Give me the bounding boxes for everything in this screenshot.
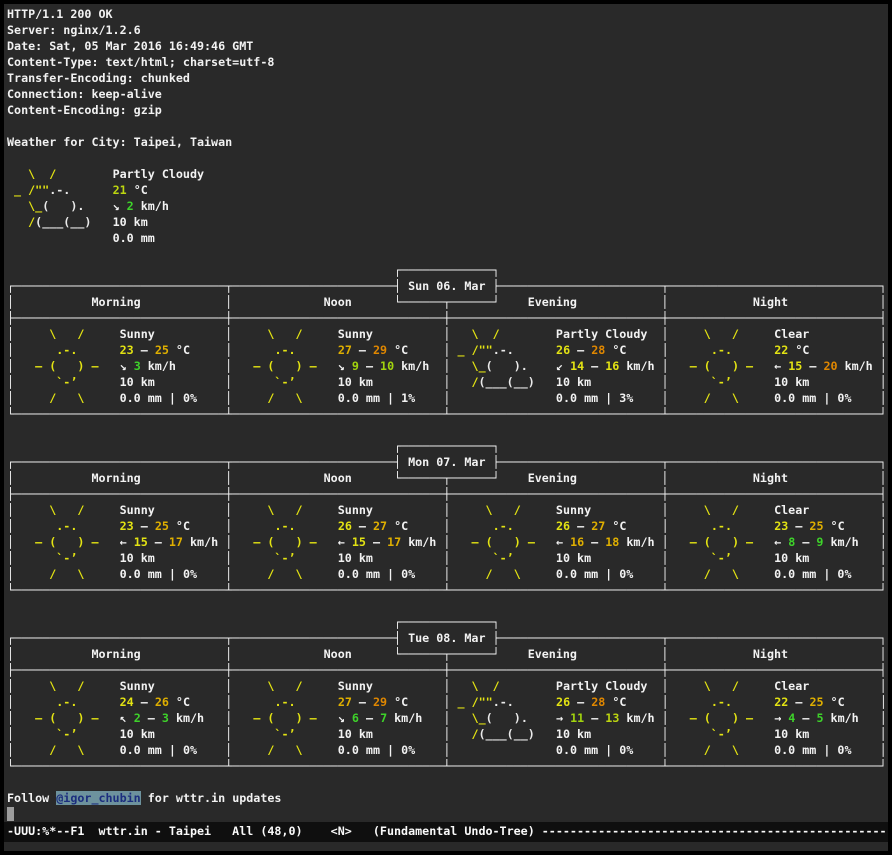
- blank-line: [7, 774, 888, 790]
- table-header-line: │ Morning │ Noon └──────┬──────┘ Evening…: [7, 646, 888, 662]
- forecast-row: │ / \ 0.0 mm | 0% │ / \ 0.0 mm | 1% │ 0.…: [7, 390, 888, 406]
- emacs-modeline: -UUU:%*--F1 wttr.in - Taipei All (48,0) …: [4, 822, 888, 842]
- http-header-line: Content-Type: text/html; charset=utf-8: [7, 54, 888, 70]
- emacs-minibuffer: [4, 842, 888, 851]
- current-conditions-line: \_( ). ↘ 2 km/h: [7, 198, 888, 214]
- date-box-top: ┌─────────────┐: [7, 262, 888, 278]
- http-header-line: Date: Sat, 05 Mar 2016 16:49:46 GMT: [7, 38, 888, 54]
- blank-line: [7, 150, 888, 166]
- blank-line: [7, 598, 888, 614]
- date-box-top: ┌─────────────┐: [7, 438, 888, 454]
- forecast-row: │ – ( ) – ↘ 3 km/h │ – ( ) – ↘ 9 – 10 km…: [7, 358, 888, 374]
- forecast-row: │ \ / Sunny │ \ / Sunny │ \ / Partly Clo…: [7, 326, 888, 342]
- http-header-line: HTTP/1.1 200 OK: [7, 6, 888, 22]
- table-bottom-line: └──────────────────────────────┴────────…: [7, 582, 888, 598]
- forecast-row: │ .-. 24 – 26 °C │ .-. 27 – 29 °C │ _ /"…: [7, 694, 888, 710]
- forecast-row: │ \ / Sunny │ \ / Sunny │ \ / Partly Clo…: [7, 678, 888, 694]
- date-label: Sun 06. Mar: [408, 279, 485, 293]
- http-header-line: Content-Encoding: gzip: [7, 102, 888, 118]
- emacs-buffer[interactable]: HTTP/1.1 200 OKServer: nginx/1.2.6Date: …: [4, 4, 888, 822]
- cursor-line: [7, 806, 888, 822]
- forecast-row: │ `-’ 10 km │ `-’ 10 km │ /(___(__) 10 k…: [7, 374, 888, 390]
- forecast-row: │ / \ 0.0 mm | 0% │ / \ 0.0 mm | 0% │ 0.…: [7, 742, 888, 758]
- table-separator-line: ├──────────────────────────────┼────────…: [7, 486, 888, 502]
- table-bottom-line: └──────────────────────────────┴────────…: [7, 406, 888, 422]
- forecast-row: │ – ( ) – ← 15 – 17 km/h │ – ( ) – ← 15 …: [7, 534, 888, 550]
- date-label: Mon 07. Mar: [408, 455, 485, 469]
- blank-line: [7, 422, 888, 438]
- forecast-row: │ – ( ) – ↖ 2 – 3 km/h │ – ( ) – ↘ 6 – 7…: [7, 710, 888, 726]
- table-separator-line: ├──────────────────────────────┼────────…: [7, 310, 888, 326]
- table-top-line: ┌──────────────────────────────┬────────…: [7, 454, 888, 470]
- http-header-line: Connection: keep-alive: [7, 86, 888, 102]
- forecast-row: │ .-. 23 – 25 °C │ .-. 27 – 29 °C │ _ /"…: [7, 342, 888, 358]
- forecast-row: │ .-. 23 – 25 °C │ .-. 26 – 27 °C │ .-. …: [7, 518, 888, 534]
- forecast-row: │ / \ 0.0 mm | 0% │ / \ 0.0 mm | 0% │ / …: [7, 566, 888, 582]
- table-bottom-line: └──────────────────────────────┴────────…: [7, 758, 888, 774]
- table-separator-line: ├──────────────────────────────┼────────…: [7, 662, 888, 678]
- current-conditions-line: /(___(__) 10 km: [7, 214, 888, 230]
- http-header-line: Server: nginx/1.2.6: [7, 22, 888, 38]
- table-top-line: ┌──────────────────────────────┬────────…: [7, 630, 888, 646]
- twitter-handle-link[interactable]: @igor_chubin: [56, 791, 140, 805]
- table-header-line: │ Morning │ Noon └──────┬──────┘ Evening…: [7, 470, 888, 486]
- table-header-line: │ Morning │ Noon └──────┬──────┘ Evening…: [7, 294, 888, 310]
- current-conditions-line: \ / Partly Cloudy: [7, 166, 888, 182]
- forecast-row: │ `-’ 10 km │ `-’ 10 km │ `-’ 10 km │ `-…: [7, 550, 888, 566]
- current-conditions-line: _ /"".-. 21 °C: [7, 182, 888, 198]
- table-top-line: ┌──────────────────────────────┬────────…: [7, 278, 888, 294]
- date-label: Tue 08. Mar: [408, 631, 485, 645]
- forecast-row: │ `-’ 10 km │ `-’ 10 km │ /(___(__) 10 k…: [7, 726, 888, 742]
- blank-line: [7, 118, 888, 134]
- terminal-window: HTTP/1.1 200 OKServer: nginx/1.2.6Date: …: [4, 4, 888, 851]
- date-box-top: ┌─────────────┐: [7, 614, 888, 630]
- forecast-row: │ \ / Sunny │ \ / Sunny │ \ / Sunny │ \ …: [7, 502, 888, 518]
- location-line: Weather for City: Taipei, Taiwan: [7, 134, 888, 150]
- modeline-text: -UUU:%*--F1 wttr.in - Taipei All (48,0) …: [7, 824, 888, 838]
- current-conditions-line: 0.0 mm: [7, 230, 888, 246]
- blank-line: [7, 246, 888, 262]
- footer-line: Follow @igor_chubin for wttr.in updates: [7, 790, 888, 806]
- http-header-line: Transfer-Encoding: chunked: [7, 70, 888, 86]
- text-cursor: [7, 807, 14, 821]
